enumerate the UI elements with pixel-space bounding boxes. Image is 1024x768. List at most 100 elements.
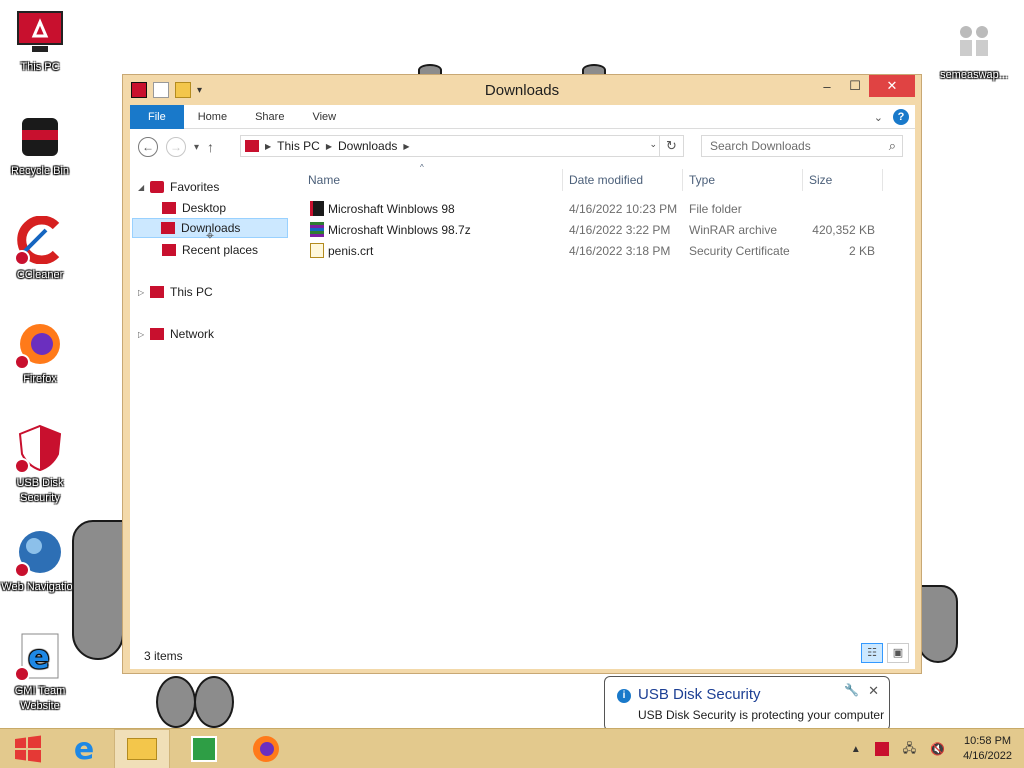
desktop-icon-label: Web Navigation bbox=[1, 581, 79, 593]
expand-ribbon-icon[interactable]: ⌄ bbox=[874, 111, 883, 124]
network-status-icon[interactable]: 🖧 bbox=[903, 739, 916, 760]
navigation-bar: ← → ▾ ↑ ▶ This PC ▶ Downloads ▶ ⌄ ↻ Sear… bbox=[130, 129, 915, 165]
wrench-icon[interactable]: 🔧 bbox=[844, 683, 859, 697]
file-row[interactable]: Microshaft Winblows 98.7z 4/16/2022 3:22… bbox=[300, 220, 900, 240]
back-button[interactable]: ← bbox=[138, 137, 158, 157]
tree-item-favorites[interactable]: ◢ Favorites bbox=[138, 177, 219, 197]
archive-icon bbox=[310, 222, 324, 237]
column-header-size[interactable]: Size bbox=[809, 173, 832, 187]
navigation-pane: ◢ Favorites Desktop Downloads Recent pla… bbox=[130, 165, 300, 635]
desktop-icon-gmi-team-website[interactable]: e GMI Team Website bbox=[0, 632, 80, 714]
file-type: Security Certificate bbox=[689, 244, 790, 258]
file-type: WinRAR archive bbox=[689, 223, 778, 237]
usb-disk-security-tray-icon[interactable] bbox=[874, 742, 889, 756]
notification-title: USB Disk Security bbox=[638, 686, 761, 703]
taskbar-internet-explorer[interactable]: e bbox=[56, 729, 112, 768]
breadcrumb-this-pc[interactable]: This PC bbox=[277, 139, 320, 153]
tree-item-this-pc[interactable]: ▷ This PC bbox=[138, 282, 213, 302]
desktop-icon-label: This PC bbox=[20, 61, 60, 73]
details-view-icon[interactable]: ☷ bbox=[861, 643, 883, 663]
expand-arrow-icon[interactable]: ▷ bbox=[138, 330, 150, 339]
info-icon: i bbox=[617, 689, 631, 703]
refresh-icon[interactable]: ↻ bbox=[659, 136, 683, 156]
tab-view[interactable]: View bbox=[298, 105, 350, 129]
column-header-type[interactable]: Type bbox=[689, 173, 715, 187]
taskbar-firefox[interactable] bbox=[238, 729, 294, 768]
tab-share[interactable]: Share bbox=[241, 105, 298, 129]
desktop-icon-recycle-bin[interactable]: Recycle Bin bbox=[0, 112, 80, 179]
tree-item-desktop[interactable]: Desktop bbox=[162, 198, 226, 218]
certificate-icon bbox=[310, 243, 324, 258]
expand-arrow-icon[interactable]: ◢ bbox=[138, 183, 150, 192]
shield-icon bbox=[14, 424, 64, 474]
tab-home[interactable]: Home bbox=[184, 105, 241, 129]
creature-hand-left bbox=[72, 520, 124, 660]
large-icons-view-icon[interactable]: ▣ bbox=[887, 643, 909, 663]
folder-icon bbox=[127, 738, 157, 760]
column-header-name[interactable]: Name bbox=[308, 173, 340, 187]
svg-text:e: e bbox=[28, 638, 50, 676]
breadcrumb-downloads[interactable]: Downloads bbox=[338, 139, 397, 153]
desktop-icon-semeaswap[interactable]: semeaswap... bbox=[934, 16, 1014, 83]
monitor-icon bbox=[16, 8, 64, 56]
taskbar-store[interactable] bbox=[176, 729, 232, 768]
system-tray: ▲ 🖧 🔇 10:58 PM 4/16/2022 bbox=[851, 729, 1024, 768]
chevron-right-icon[interactable]: ▶ bbox=[265, 142, 271, 151]
people-icon bbox=[950, 16, 998, 64]
desktop-icon-firefox[interactable]: Firefox bbox=[0, 320, 80, 387]
column-divider[interactable] bbox=[682, 169, 683, 191]
recent-locations-icon[interactable]: ▾ bbox=[194, 142, 199, 153]
file-date: 4/16/2022 3:18 PM bbox=[569, 244, 671, 258]
tree-label: Desktop bbox=[182, 201, 227, 215]
title-bar[interactable]: ▾ Downloads – ☐ ✕ bbox=[123, 75, 921, 105]
address-bar[interactable]: ▶ This PC ▶ Downloads ▶ ⌄ ↻ bbox=[240, 135, 684, 157]
firefox-icon bbox=[14, 320, 64, 370]
minimize-button[interactable]: – bbox=[813, 75, 841, 97]
folder-icon bbox=[310, 201, 324, 216]
close-button[interactable]: ✕ bbox=[869, 75, 915, 97]
chevron-right-icon[interactable]: ▶ bbox=[326, 142, 332, 151]
notification-balloon[interactable]: i USB Disk Security USB Disk Security is… bbox=[604, 676, 890, 731]
desktop-icon-label: semeaswap... bbox=[940, 69, 1008, 81]
file-row[interactable]: Microshaft Winblows 98 4/16/2022 10:23 P… bbox=[300, 199, 900, 219]
desktop-icon-web-navigation[interactable]: Web Navigation bbox=[0, 528, 80, 595]
file-list: ^ Name Date modified Type Size Microshaf… bbox=[300, 163, 915, 635]
search-input[interactable]: Search Downloads ⌕ bbox=[701, 135, 903, 157]
desktop-icon-ccleaner[interactable]: CCleaner bbox=[0, 215, 80, 283]
tree-item-network[interactable]: ▷ Network bbox=[138, 324, 214, 344]
tree-label: This PC bbox=[170, 285, 213, 299]
address-dropdown-icon[interactable]: ⌄ bbox=[649, 139, 657, 150]
search-placeholder: Search Downloads bbox=[710, 139, 811, 153]
chevron-right-icon[interactable]: ▶ bbox=[403, 142, 409, 151]
expand-arrow-icon[interactable]: ▷ bbox=[138, 288, 150, 297]
maximize-button[interactable]: ☐ bbox=[841, 75, 869, 97]
desktop-icon-label: USB Disk Security bbox=[16, 477, 64, 504]
desktop-icon-this-pc[interactable]: This PC bbox=[0, 8, 80, 75]
forward-button[interactable]: → bbox=[166, 137, 186, 157]
help-icon[interactable]: ? bbox=[893, 109, 909, 125]
file-row[interactable]: penis.crt 4/16/2022 3:18 PM Security Cer… bbox=[300, 241, 900, 261]
taskbar: e ▲ 🖧 🔇 10:58 PM 4/16/2022 bbox=[0, 728, 1024, 768]
tab-file[interactable]: File bbox=[130, 104, 184, 129]
creature-foot-left bbox=[156, 676, 196, 728]
recent-places-icon bbox=[162, 244, 176, 256]
volume-muted-icon[interactable]: 🔇 bbox=[930, 742, 945, 756]
up-button[interactable]: ↑ bbox=[207, 139, 214, 155]
show-hidden-icons-icon[interactable]: ▲ bbox=[851, 744, 861, 755]
close-icon[interactable]: ✕ bbox=[868, 683, 879, 699]
taskbar-file-explorer[interactable] bbox=[114, 729, 170, 768]
clock[interactable]: 10:58 PM 4/16/2022 bbox=[963, 734, 1012, 764]
start-button[interactable] bbox=[0, 729, 56, 768]
ccleaner-icon bbox=[14, 215, 64, 266]
column-header-date[interactable]: Date modified bbox=[569, 173, 643, 187]
window-controls: – ☐ ✕ bbox=[813, 75, 915, 97]
file-type: File folder bbox=[689, 202, 742, 216]
column-divider[interactable] bbox=[802, 169, 803, 191]
column-divider[interactable] bbox=[882, 169, 883, 191]
column-divider[interactable] bbox=[562, 169, 563, 191]
desktop-icon bbox=[162, 202, 176, 214]
desktop-icon-usb-disk-security[interactable]: USB Disk Security bbox=[0, 424, 80, 506]
clock-time: 10:58 PM bbox=[963, 735, 1012, 747]
search-icon[interactable]: ⌕ bbox=[889, 138, 896, 154]
file-date: 4/16/2022 3:22 PM bbox=[569, 223, 671, 237]
